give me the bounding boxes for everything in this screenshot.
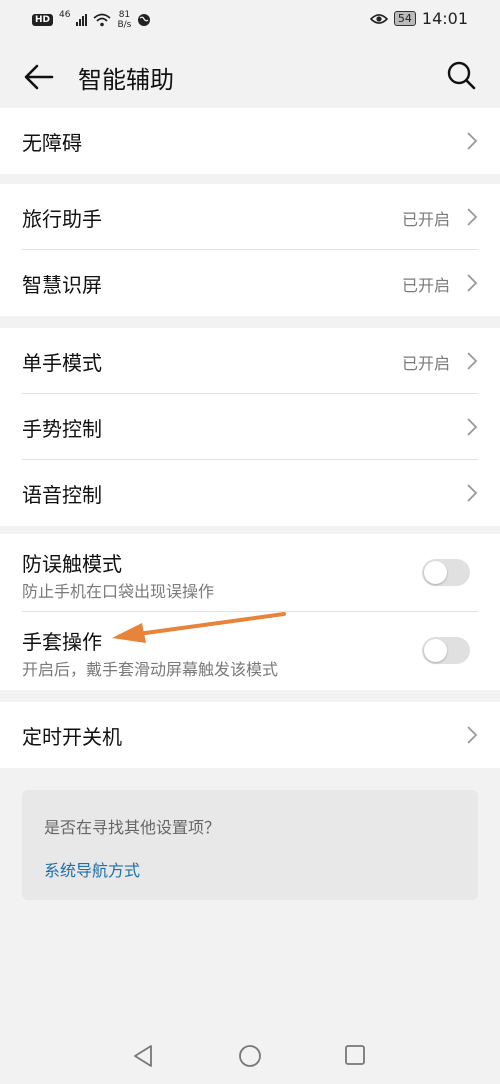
chevron-right-icon <box>467 208 478 226</box>
chevron-right-icon <box>467 132 478 150</box>
chevron-right-icon <box>467 274 478 292</box>
page-title: 智能辅助 <box>78 66 174 94</box>
hd-badge: HD <box>32 14 54 26</box>
status-bar: HD 46 81 B/s 54 14:01 <box>0 0 500 42</box>
system-nav-bar <box>0 1030 500 1084</box>
net-speed-value: 81 <box>118 10 131 20</box>
settings-group-accessibility: 无障碍 <box>0 108 500 174</box>
nav-home-icon[interactable] <box>238 1044 262 1068</box>
setting-label: 智慧识屏 <box>22 273 102 297</box>
setting-description: 开启后，戴手套滑动屏幕触发该模式 <box>22 660 279 679</box>
setting-row-scheduled-power[interactable]: 定时开关机 <box>22 702 478 768</box>
net-speed-unit: B/s <box>117 20 132 30</box>
eye-icon <box>369 13 388 24</box>
chevron-right-icon <box>467 418 478 436</box>
annotation-arrow-icon <box>112 612 286 643</box>
search-icon[interactable] <box>446 60 476 90</box>
settings-group-smart: 旅行助手 已开启 智慧识屏 已开启 <box>0 184 500 316</box>
battery-icon: 54 <box>393 11 416 26</box>
setting-label: 单手模式 <box>22 351 102 375</box>
setting-label: 旅行助手 <box>22 207 102 231</box>
setting-label: 无障碍 <box>22 131 82 155</box>
signal-icon <box>76 14 88 26</box>
accidental-touch-toggle[interactable] <box>422 559 470 586</box>
chevron-right-icon <box>467 484 478 502</box>
setting-row-accessibility[interactable]: 无障碍 <box>22 108 478 174</box>
chevron-right-icon <box>467 726 478 744</box>
settings-group-control: 单手模式 已开启 手势控制 语音控制 <box>0 328 500 526</box>
glove-mode-toggle[interactable] <box>422 637 470 664</box>
wifi-icon <box>93 13 112 27</box>
system-navigation-link[interactable]: 系统导航方式 <box>44 857 140 881</box>
setting-row-voice-control[interactable]: 语音控制 <box>22 460 478 526</box>
setting-label: 手套操作 <box>22 630 102 654</box>
setting-label: 语音控制 <box>22 483 102 507</box>
back-arrow-icon[interactable] <box>22 60 56 94</box>
globe-icon <box>138 14 151 26</box>
suggestion-question: 是否在寻找其他设置项？ <box>44 818 221 837</box>
settings-group-schedule: 定时开关机 <box>0 702 500 768</box>
setting-status: 已开启 <box>401 210 450 229</box>
suggestion-card: 是否在寻找其他设置项？ 系统导航方式 <box>22 790 478 900</box>
status-left: HD 46 81 B/s <box>32 10 151 30</box>
setting-label: 手势控制 <box>22 417 102 441</box>
status-right: 54 14:01 <box>369 9 468 28</box>
clock: 14:01 <box>421 9 468 28</box>
chevron-right-icon <box>467 352 478 370</box>
setting-row-smart-screen[interactable]: 智慧识屏 已开启 <box>22 250 478 316</box>
setting-status: 已开启 <box>401 354 450 373</box>
nav-back-icon[interactable] <box>132 1044 154 1068</box>
setting-label: 防误触模式 <box>22 552 122 576</box>
setting-row-gesture-control[interactable]: 手势控制 <box>22 394 478 460</box>
setting-row-accidental-touch: 防误触模式 防止手机在口袋出现误操作 <box>22 534 478 612</box>
nav-recents-icon[interactable] <box>344 1044 366 1066</box>
network-type: 46 <box>59 10 71 20</box>
app-bar: 智能辅助 <box>0 42 500 108</box>
setting-status: 已开启 <box>401 276 450 295</box>
setting-row-travel-assistant[interactable]: 旅行助手 已开启 <box>22 184 478 250</box>
setting-description: 防止手机在口袋出现误操作 <box>22 582 215 601</box>
setting-label: 定时开关机 <box>22 725 122 749</box>
net-speed: 81 B/s <box>117 10 131 30</box>
setting-row-one-hand-mode[interactable]: 单手模式 已开启 <box>22 328 478 394</box>
